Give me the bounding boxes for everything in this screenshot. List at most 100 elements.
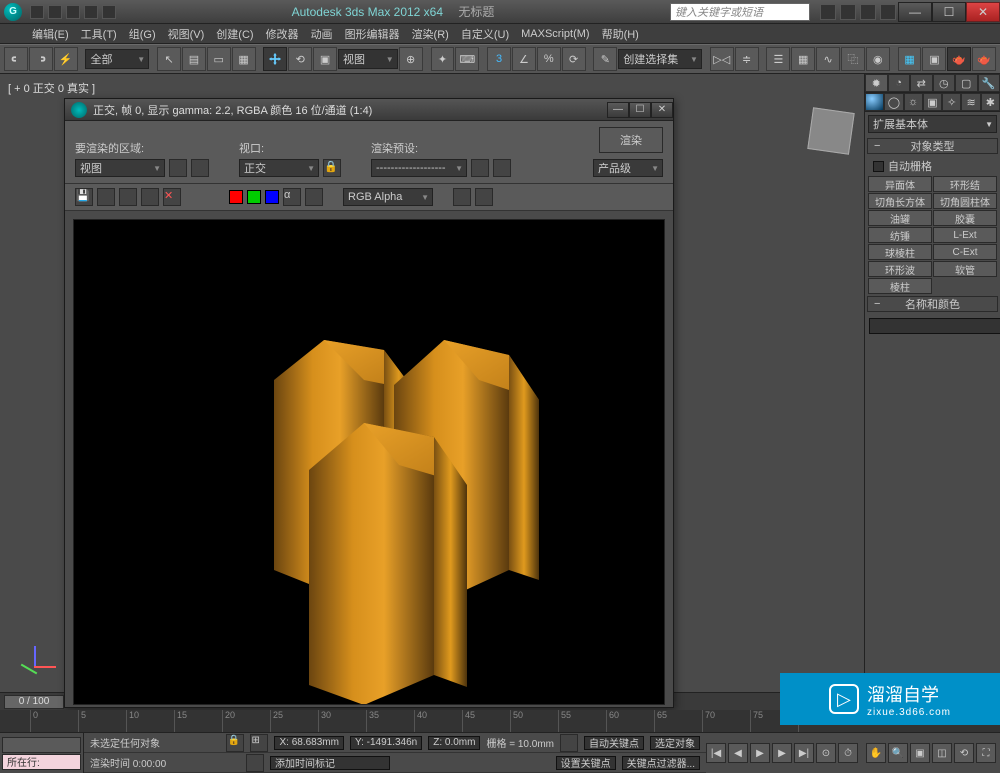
select-scale-icon[interactable]: ▣ [313,47,337,71]
keyfilter-button[interactable]: 关键点过滤器... [622,756,700,770]
menu-rendering[interactable]: 渲染(R) [406,24,455,44]
viewcube[interactable] [807,107,854,154]
bind-spacewarp-icon[interactable]: ⚡ [54,47,78,71]
mono-channel-icon[interactable] [305,188,323,206]
viewport-area[interactable]: [ + 0 正交 0 真实 ] 正交, 帧 0, 显示 gamma: 2.2, … [0,74,864,692]
prev-frame-icon[interactable]: ◀ [728,743,748,763]
clear-icon[interactable]: ✕ [163,188,181,206]
obj-spindle[interactable]: 纺锤 [868,227,932,243]
obj-oiltank[interactable]: 油罐 [868,210,932,226]
blue-channel-swatch[interactable] [265,190,279,204]
rendered-frame-icon[interactable]: ▣ [922,47,946,71]
app-icon[interactable]: G [4,3,22,21]
geometry-category-select[interactable]: 扩展基本体 [868,115,997,133]
red-channel-swatch[interactable] [229,190,243,204]
angle-snap-icon[interactable]: ∠ [512,47,536,71]
menu-customize[interactable]: 自定义(U) [455,24,515,44]
copy-image-icon[interactable] [97,188,115,206]
rollout-name-color[interactable]: 名称和颜色 [867,296,998,312]
tab-display-icon[interactable]: ▢ [955,74,978,92]
render-close-button[interactable]: ✕ [651,102,673,118]
menu-group[interactable]: 组(G) [123,24,162,44]
area-to-render-select[interactable]: 视图 [75,159,165,177]
selected-filter[interactable]: 选定对象 [650,736,700,750]
time-slider-handle[interactable]: 0 / 100 [4,695,64,709]
green-channel-swatch[interactable] [247,190,261,204]
render-iterate-icon[interactable]: 🫖 [972,47,996,71]
menu-create[interactable]: 创建(C) [210,24,259,44]
viewport-select[interactable]: 正交 [239,159,319,177]
fov-icon[interactable]: ◫ [932,743,952,763]
subtab-systems-icon[interactable]: ✱ [981,93,1000,111]
clone-rfw-icon[interactable] [119,188,137,206]
schematic-view-icon[interactable]: ⿻ [841,47,865,71]
select-by-name-icon[interactable]: ▤ [182,47,206,71]
subtab-geometry-icon[interactable] [865,93,884,111]
coord-x[interactable]: X: 68.683mm [274,736,343,750]
obj-prism[interactable]: 棱柱 [868,278,932,294]
qat-new-icon[interactable] [30,5,44,19]
align-icon[interactable]: ≑ [735,47,759,71]
qat-save-icon[interactable] [66,5,80,19]
link-icon[interactable] [4,47,28,71]
tab-create-icon[interactable]: ✹ [865,74,888,92]
key-mode-icon[interactable]: ⊙ [816,743,836,763]
maxscript-row-button[interactable]: 所在行: [2,754,81,770]
obj-capsule[interactable]: 胶囊 [933,210,997,226]
signin-icon[interactable] [840,4,856,20]
render-min-button[interactable]: — [607,102,629,118]
toggle-ui-icon[interactable] [475,188,493,206]
edit-region-icon[interactable] [169,159,187,177]
add-time-tag[interactable]: 添加时间标记 [270,756,390,770]
mirror-icon[interactable]: ▷◁ [710,47,734,71]
render-output-image[interactable] [73,219,665,705]
obj-gengon[interactable]: 球棱柱 [868,244,932,260]
coord-z[interactable]: Z: 0.0mm [428,736,480,750]
tab-modify-icon[interactable]: ◔ [888,74,911,92]
alpha-channel-icon[interactable]: α [283,188,301,206]
selection-lock-icon[interactable]: 🔒 [226,734,244,752]
menu-views[interactable]: 视图(V) [162,24,211,44]
render-button[interactable]: 渲染 [599,127,663,153]
render-preset-select[interactable]: ------------------- [371,159,467,177]
render-setup-icon[interactable]: ▦ [898,47,922,71]
select-region-icon[interactable]: ▭ [207,47,231,71]
maximize-viewport-icon[interactable]: ⛶ [976,743,996,763]
subtab-cameras-icon[interactable]: ▣ [923,93,942,111]
menu-edit[interactable]: 编辑(E) [26,24,75,44]
play-icon[interactable]: ▶ [750,743,770,763]
auto-grid-checkbox[interactable] [873,161,884,172]
maximize-button[interactable]: ☐ [932,2,966,22]
close-button[interactable]: ✕ [966,2,1000,22]
subtab-spacewarps-icon[interactable]: ≋ [961,93,980,111]
menu-grapheditors[interactable]: 图形编辑器 [339,24,406,44]
render-production-icon[interactable]: 🫖 [947,47,971,71]
qat-redo-icon[interactable] [102,5,116,19]
render-window-titlebar[interactable]: 正交, 帧 0, 显示 gamma: 2.2, RGBA 颜色 16 位/通道 … [65,99,673,121]
auto-region-icon[interactable] [191,159,209,177]
tab-motion-icon[interactable]: ◷ [933,74,956,92]
keyboard-shortcut-icon[interactable]: ⌨ [455,47,479,71]
snap-toggle-icon[interactable]: 3 [487,47,511,71]
select-move-icon[interactable] [263,47,287,71]
orbit-icon[interactable]: ⟲ [954,743,974,763]
next-frame-icon[interactable]: ▶ [772,743,792,763]
comm-center-icon[interactable] [246,754,264,772]
obj-cext[interactable]: C-Ext [933,244,997,260]
toggle-overlay-icon[interactable] [453,188,471,206]
ref-coord-select[interactable]: 视图 [338,49,398,69]
spinner-snap-icon[interactable]: ⟳ [562,47,586,71]
channel-select[interactable]: RGB Alpha [343,188,433,206]
print-icon[interactable] [141,188,159,206]
menu-help[interactable]: 帮助(H) [596,24,645,44]
object-name-input[interactable] [869,318,1000,334]
obj-chamferbox[interactable]: 切角长方体 [868,193,932,209]
infocenter-icon[interactable] [820,4,836,20]
render-max-button[interactable]: ☐ [629,102,651,118]
select-manipulate-icon[interactable]: ✦ [431,47,455,71]
abs-rel-icon[interactable]: ⊞ [250,734,268,752]
subtab-helpers-icon[interactable]: ✧ [942,93,961,111]
obj-lext[interactable]: L-Ext [933,227,997,243]
graphite-tools-icon[interactable]: ▦ [791,47,815,71]
qat-undo-icon[interactable] [84,5,98,19]
